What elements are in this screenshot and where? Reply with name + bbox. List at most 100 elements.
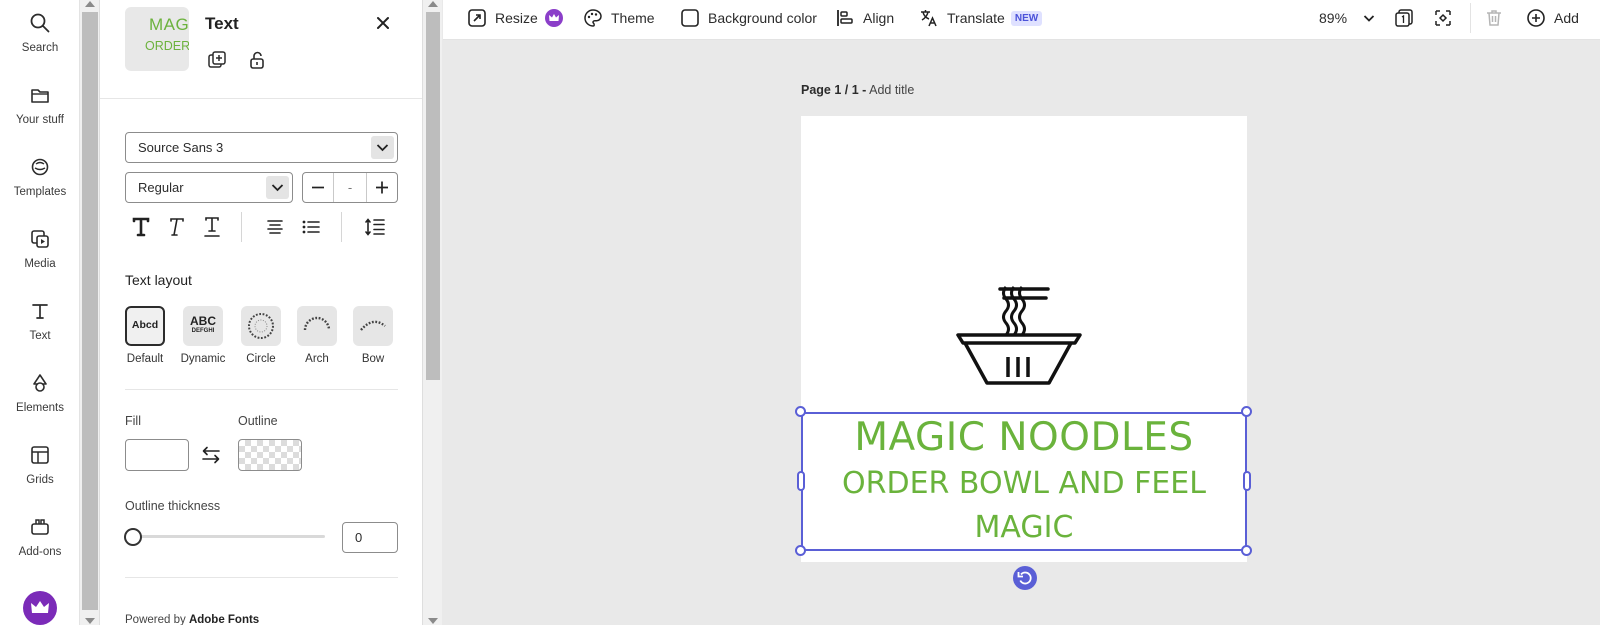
scrollbar-thumb[interactable]: [426, 12, 440, 380]
rail-label: Media: [24, 258, 56, 270]
rotate-button[interactable]: [1013, 566, 1037, 590]
resize-handle-left[interactable]: [797, 471, 805, 491]
rail-item-elements[interactable]: Elements: [0, 372, 80, 432]
rail-item-media[interactable]: Media: [0, 228, 80, 288]
font-size-stepper[interactable]: -: [302, 172, 398, 203]
text-layout-title: Text layout: [125, 272, 192, 288]
theme-button[interactable]: Theme: [583, 5, 655, 31]
panel-scrollbar[interactable]: [422, 0, 442, 625]
layout-arch-option[interactable]: [297, 306, 337, 346]
separator: [241, 212, 242, 242]
bullet-list-icon[interactable]: [299, 215, 323, 239]
divider: [125, 389, 398, 390]
selection-box[interactable]: [801, 412, 1247, 551]
layout-default-option[interactable]: Abcd: [125, 306, 165, 346]
background-color-button[interactable]: Background color: [680, 5, 817, 31]
grids-icon: [31, 446, 49, 464]
resize-handle-top-right[interactable]: [1241, 406, 1252, 417]
duplicate-icon[interactable]: [206, 49, 228, 71]
chevron-down-icon: [1363, 15, 1375, 22]
translate-button[interactable]: Translate NEW: [919, 5, 1043, 31]
rail-item-add-ons[interactable]: Add-ons: [0, 516, 80, 576]
pages-icon: [1395, 9, 1413, 27]
decrease-font-size-button[interactable]: [303, 173, 333, 202]
scroll-up-arrow[interactable]: [85, 1, 95, 7]
background-color-icon: [681, 9, 699, 27]
templates-icon: [31, 158, 49, 176]
layers-button[interactable]: [1433, 5, 1461, 31]
powered-brand: Adobe Fonts: [188, 614, 260, 625]
font-weight-select[interactable]: Regular: [125, 172, 293, 203]
underline-icon[interactable]: [200, 215, 224, 239]
trash-icon: [1487, 10, 1501, 26]
text-icon: [32, 304, 48, 319]
add-label: Add: [1554, 10, 1579, 26]
layout-bow-option[interactable]: [353, 306, 393, 346]
font-size-value[interactable]: -: [333, 173, 367, 202]
plus-circle-icon: [1527, 9, 1545, 27]
slider-knob[interactable]: [124, 528, 142, 546]
align-button[interactable]: Align: [835, 5, 894, 31]
outline-label: Outline: [238, 414, 278, 428]
bold-icon[interactable]: [129, 215, 153, 239]
rail-item-your-stuff[interactable]: Your stuff: [0, 84, 80, 144]
noodle-bowl-graphic[interactable]: [956, 285, 1091, 391]
italic-icon[interactable]: [164, 215, 188, 239]
add-title-link[interactable]: Add title: [869, 83, 914, 97]
rail-item-search[interactable]: Search: [0, 12, 80, 72]
scroll-down-arrow[interactable]: [85, 618, 95, 624]
fill-color-swatch[interactable]: [125, 439, 189, 471]
resize-handle-bottom-left[interactable]: [795, 545, 806, 556]
bow-text-preview: [360, 320, 386, 331]
premium-crown-icon: [544, 9, 563, 27]
resize-handle-bottom-right[interactable]: [1241, 545, 1252, 556]
layers-icon: [1435, 10, 1451, 26]
align-label: Align: [863, 10, 895, 26]
increase-font-size-button[interactable]: [367, 173, 397, 202]
rail-label: Your stuff: [16, 114, 64, 126]
palette-icon: [584, 9, 602, 27]
circle-text-preview: [248, 313, 274, 339]
crown-icon: [31, 601, 49, 613]
resize-button[interactable]: Resize: [467, 5, 563, 31]
font-family-value: Source Sans 3: [138, 140, 224, 155]
scrollbar-thumb[interactable]: [82, 12, 98, 610]
scroll-down-arrow[interactable]: [428, 618, 438, 624]
align-left-icon: [837, 10, 853, 26]
outline-color-swatch[interactable]: [238, 439, 302, 471]
line-spacing-icon[interactable]: [363, 215, 387, 239]
align-center-icon[interactable]: [263, 215, 287, 239]
layout-dynamic-option[interactable]: ABC DEFGHI: [183, 306, 223, 346]
media-icon: [31, 230, 49, 248]
rail-item-text[interactable]: Text: [0, 300, 80, 360]
zoom-value: 89%: [1319, 10, 1348, 26]
toolbar-separator: [1470, 3, 1471, 33]
panel-outer-scrollbar[interactable]: [80, 0, 100, 625]
layout-label: Default: [126, 353, 164, 365]
font-family-select[interactable]: Source Sans 3: [125, 132, 398, 163]
add-ons-icon: [31, 519, 49, 535]
swap-colors-icon[interactable]: [199, 444, 223, 466]
chevron-down-icon: [371, 136, 394, 159]
scroll-up-arrow[interactable]: [428, 1, 438, 7]
resize-handle-right[interactable]: [1243, 471, 1251, 491]
outline-thickness-slider[interactable]: [133, 535, 325, 538]
outline-thickness-input[interactable]: 0: [342, 522, 398, 553]
layout-circle-option[interactable]: [241, 306, 281, 346]
unlock-icon[interactable]: [246, 49, 268, 71]
close-icon[interactable]: [372, 12, 394, 34]
delete-button[interactable]: [1484, 5, 1512, 31]
add-button[interactable]: Add: [1526, 5, 1579, 31]
folder-icon: [31, 89, 49, 103]
premium-button[interactable]: [23, 591, 57, 625]
powered-by-label: Powered by Adobe Fonts: [125, 614, 259, 625]
selected-element-thumbnail: MAGIC ORDER: [125, 7, 189, 71]
chevron-down-icon: [266, 176, 289, 199]
zoom-dropdown[interactable]: 89%: [1319, 5, 1377, 31]
powered-prefix: Powered by: [125, 614, 186, 625]
pages-button[interactable]: [1394, 5, 1422, 31]
rail-item-templates[interactable]: Templates: [0, 156, 80, 216]
layout-label: Circle: [246, 353, 276, 365]
resize-handle-top-left[interactable]: [795, 406, 806, 417]
rail-item-grids[interactable]: Grids: [0, 444, 80, 504]
